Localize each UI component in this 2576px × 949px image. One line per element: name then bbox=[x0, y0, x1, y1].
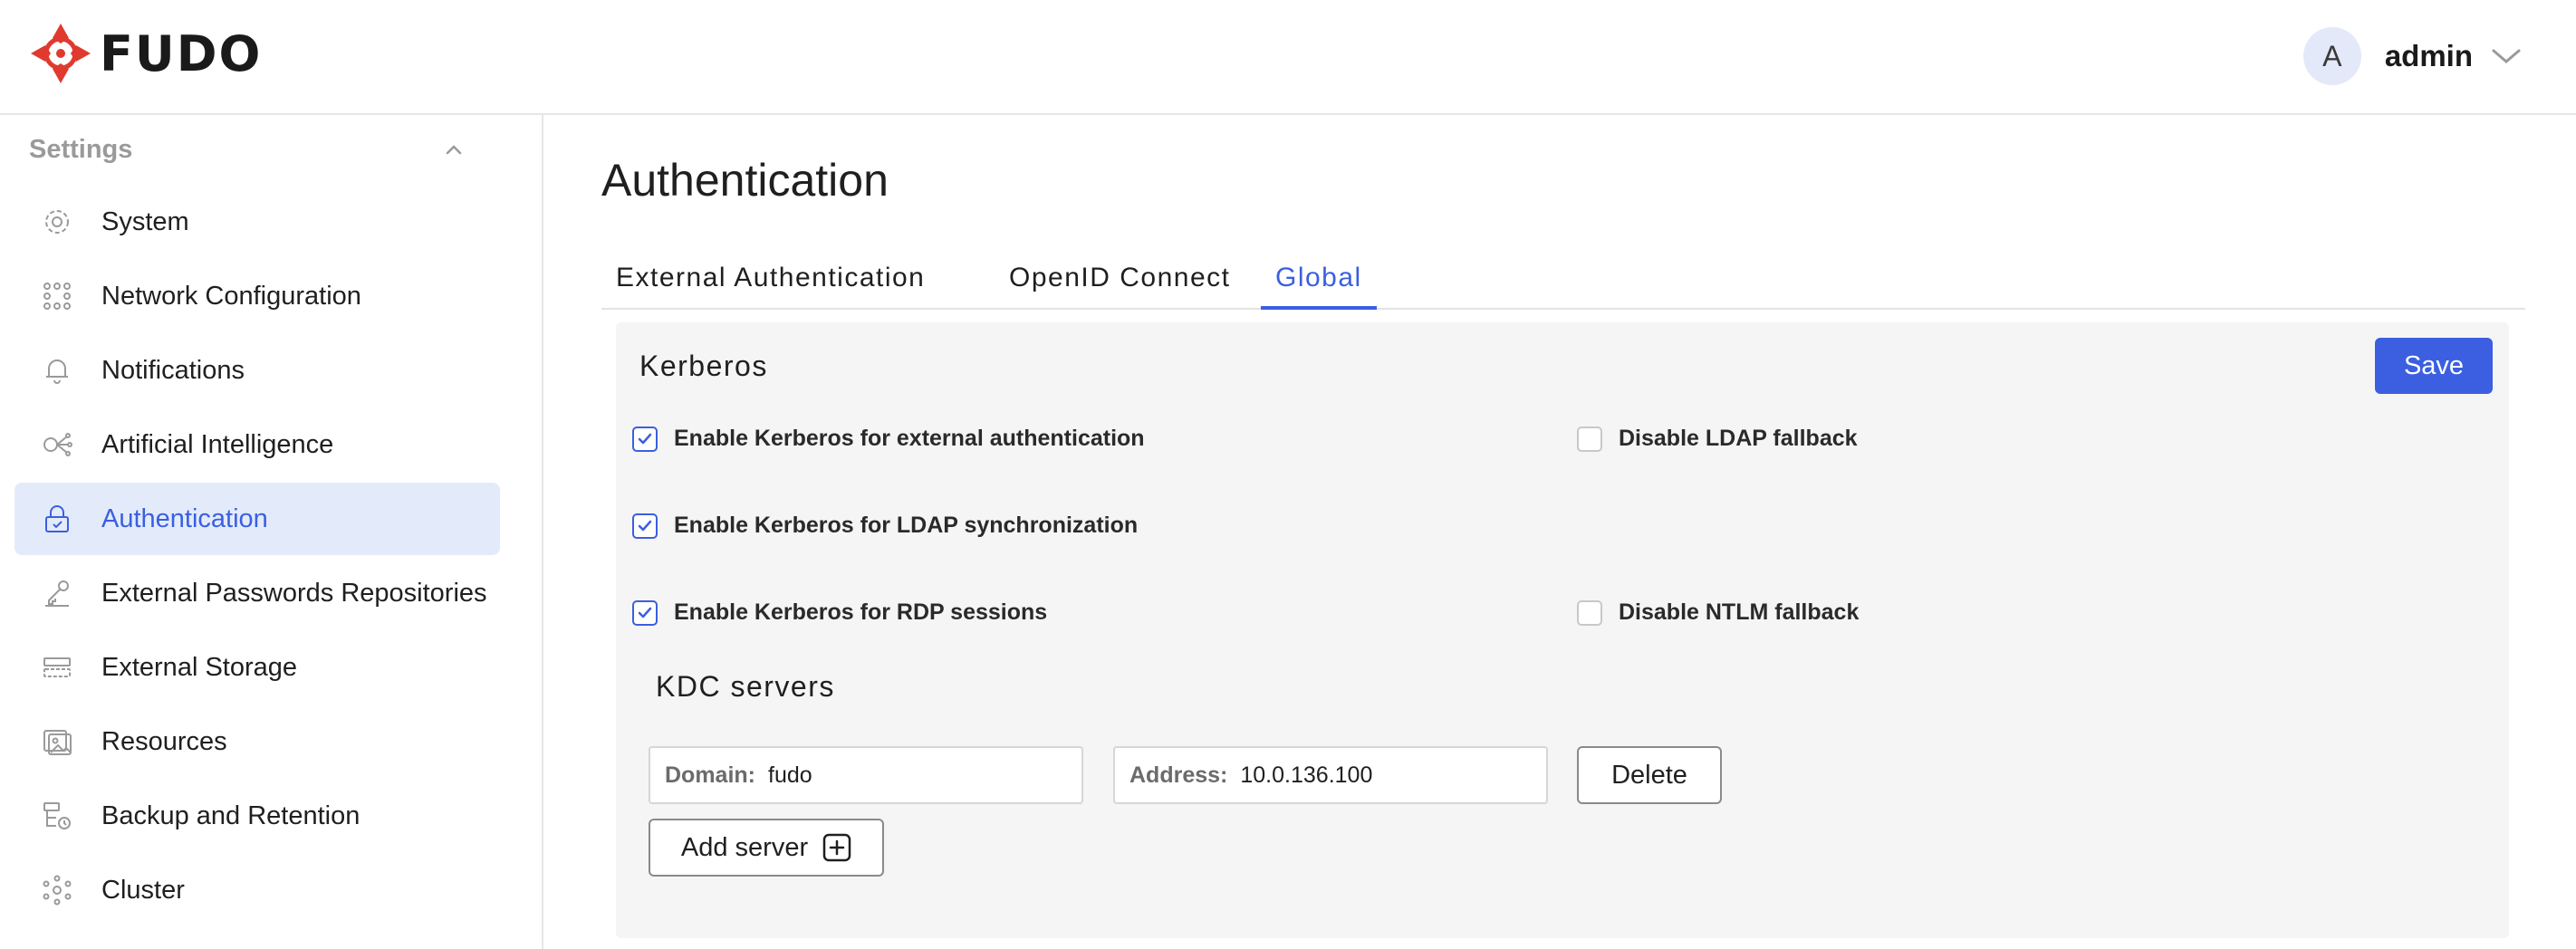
domain-input[interactable] bbox=[768, 762, 1040, 789]
save-button[interactable]: Save bbox=[2375, 338, 2493, 394]
sidebar-item-authentication[interactable]: Authentication bbox=[14, 483, 500, 555]
chevron-up-icon bbox=[446, 145, 462, 155]
storage-icon bbox=[40, 650, 74, 685]
top-header: FUDO A admin bbox=[0, 0, 2576, 115]
sidebar: Settings System Network Configuration No… bbox=[0, 115, 543, 949]
logo-text: FUDO bbox=[100, 24, 263, 82]
sidebar-item-label: Network Configuration bbox=[101, 281, 361, 311]
network-icon bbox=[40, 279, 74, 313]
page-title: Authentication bbox=[601, 155, 889, 206]
check-icon bbox=[638, 607, 652, 618]
check-icon bbox=[638, 433, 652, 444]
gear-icon bbox=[40, 205, 74, 239]
sidebar-item-label: Cluster bbox=[101, 875, 185, 905]
sidebar-item-artificial-intelligence[interactable]: Artificial Intelligence bbox=[14, 408, 500, 481]
tab-openid-connect[interactable]: OpenID Connect bbox=[995, 252, 1245, 310]
checkbox-checked[interactable] bbox=[632, 599, 658, 626]
checkbox-checked[interactable] bbox=[632, 513, 658, 539]
image-icon bbox=[40, 724, 74, 759]
checkbox-unchecked[interactable] bbox=[1577, 426, 1602, 452]
sidebar-section-title: Settings bbox=[29, 134, 133, 164]
cluster-icon bbox=[40, 873, 74, 907]
checkbox-checked[interactable] bbox=[632, 426, 658, 452]
sidebar-item-label: External Storage bbox=[101, 652, 298, 682]
sidebar-item-label: Notifications bbox=[101, 355, 245, 385]
option-label: Enable Kerberos for LDAP synchronization bbox=[674, 513, 1139, 538]
sidebar-item-label: Backup and Retention bbox=[101, 800, 360, 830]
plus-square-icon bbox=[822, 833, 851, 862]
tab-global[interactable]: Global bbox=[1261, 252, 1377, 310]
option-label: Disable NTLM fallback bbox=[1619, 599, 1860, 625]
avatar: A bbox=[2302, 27, 2361, 85]
sidebar-item-resources[interactable]: Resources bbox=[14, 705, 500, 778]
option-disable-ntlm-fallback[interactable]: Disable NTLM fallback bbox=[1577, 599, 1859, 626]
option-disable-ldap-fallback[interactable]: Disable LDAP fallback bbox=[1577, 426, 1858, 452]
option-label: Enable Kerberos for RDP sessions bbox=[674, 599, 1048, 625]
kerberos-title: Kerberos bbox=[639, 350, 768, 382]
delete-server-button[interactable]: Delete bbox=[1577, 746, 1722, 804]
domain-label: Domain: bbox=[665, 762, 755, 788]
option-label: Disable LDAP fallback bbox=[1619, 426, 1858, 451]
key-icon bbox=[40, 576, 74, 610]
bell-icon bbox=[40, 353, 74, 388]
sidebar-item-external-storage[interactable]: External Storage bbox=[14, 631, 500, 704]
option-enable-kerberos-ldap-sync[interactable]: Enable Kerberos for LDAP synchronization bbox=[632, 513, 1138, 539]
domain-field[interactable]: Domain: bbox=[649, 746, 1083, 804]
address-label: Address: bbox=[1129, 762, 1228, 788]
sidebar-item-label: Artificial Intelligence bbox=[101, 429, 334, 459]
sidebar-item-cluster[interactable]: Cluster bbox=[14, 854, 500, 926]
user-name: admin bbox=[2384, 39, 2473, 72]
sidebar-item-external-passwords-repositories[interactable]: External Passwords Repositories bbox=[14, 557, 500, 629]
option-label: Enable Kerberos for external authenticat… bbox=[674, 426, 1145, 451]
sidebar-item-label: System bbox=[101, 206, 189, 236]
sidebar-item-system[interactable]: System bbox=[14, 186, 500, 258]
sidebar-item-backup-and-retention[interactable]: Backup and Retention bbox=[14, 780, 500, 852]
chevron-down-icon bbox=[2492, 49, 2521, 63]
checkbox-unchecked[interactable] bbox=[1577, 599, 1602, 626]
add-server-label: Add server bbox=[680, 832, 809, 862]
option-enable-kerberos-rdp[interactable]: Enable Kerberos for RDP sessions bbox=[632, 599, 1047, 626]
ai-icon bbox=[40, 427, 74, 462]
tab-external-authentication[interactable]: External Authentication bbox=[601, 252, 939, 310]
lock-icon bbox=[40, 502, 74, 536]
user-menu[interactable]: A admin bbox=[2302, 27, 2522, 85]
fudo-logo-icon bbox=[31, 24, 91, 83]
check-icon bbox=[638, 520, 652, 531]
sidebar-section-settings[interactable]: Settings bbox=[29, 131, 464, 168]
sidebar-item-notifications[interactable]: Notifications bbox=[14, 334, 500, 407]
sidebar-item-label: External Passwords Repositories bbox=[101, 578, 487, 608]
sidebar-item-label: Resources bbox=[101, 726, 227, 756]
tab-bar: External Authentication OpenID Connect G… bbox=[601, 252, 2525, 310]
sidebar-item-network-configuration[interactable]: Network Configuration bbox=[14, 260, 500, 332]
option-enable-kerberos-external-auth[interactable]: Enable Kerberos for external authenticat… bbox=[632, 426, 1145, 452]
sidebar-item-label: Authentication bbox=[101, 503, 268, 533]
address-field[interactable]: Address: bbox=[1113, 746, 1548, 804]
address-input[interactable] bbox=[1240, 762, 1513, 789]
backup-icon bbox=[40, 799, 74, 833]
kdc-servers-title: KDC servers bbox=[656, 670, 835, 703]
delete-label: Delete bbox=[1611, 760, 1687, 790]
fudo-logo[interactable]: FUDO bbox=[27, 20, 262, 87]
kerberos-panel: Kerberos Save Enable Kerberos for extern… bbox=[616, 322, 2509, 938]
add-server-button[interactable]: Add server bbox=[649, 819, 884, 877]
